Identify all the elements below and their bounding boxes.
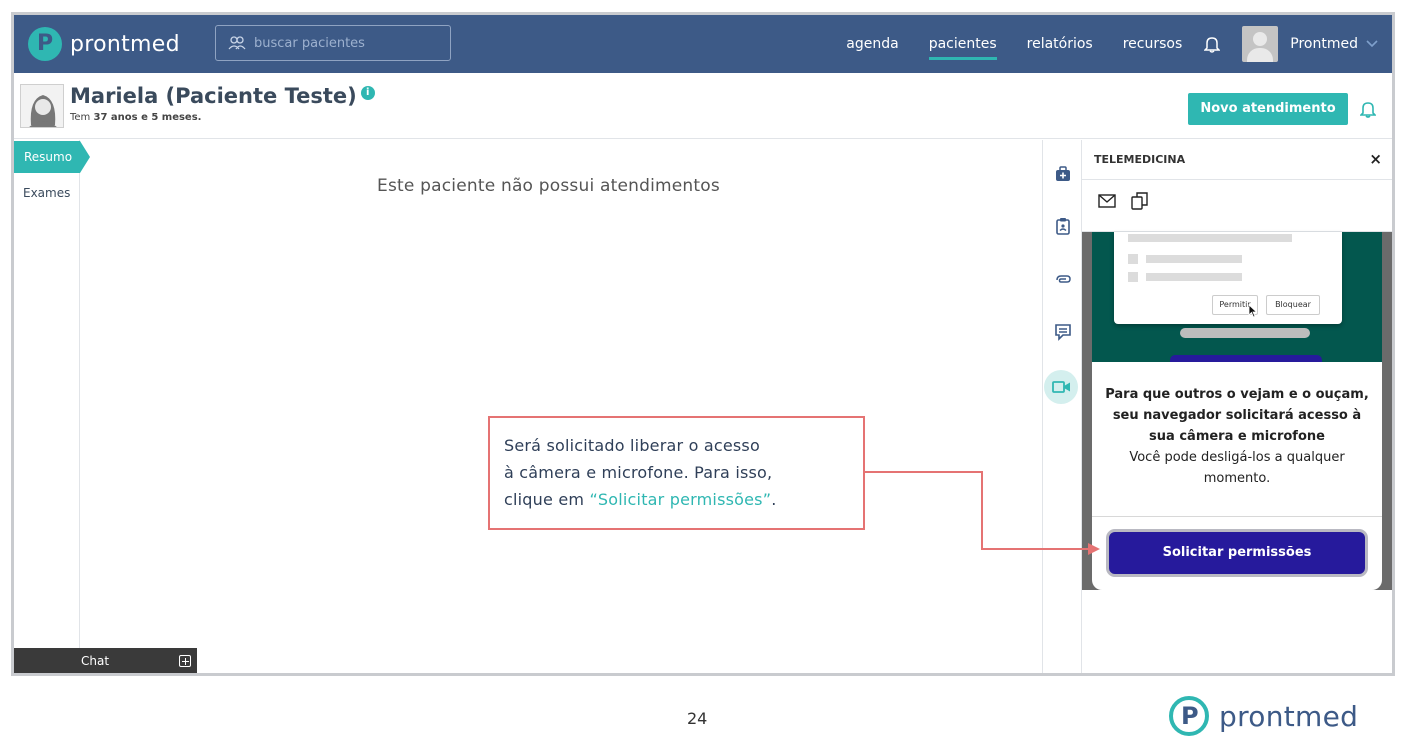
patient-search-input[interactable]: buscar pacientes xyxy=(215,25,451,61)
permission-illustration: Permitir Bloquear xyxy=(1092,232,1382,365)
callout-line-3: clique em “Solicitar permissões”. xyxy=(504,486,863,513)
patient-name-text: Mariela (Paciente Teste) xyxy=(70,84,357,108)
instruction-callout: Será solicitado liberar o acesso à câmer… xyxy=(488,416,865,530)
age-prefix: Tem xyxy=(70,112,91,123)
female-avatar-icon xyxy=(21,85,63,127)
callout-prefix: clique em xyxy=(504,490,590,509)
info-icon[interactable]: i xyxy=(360,86,375,100)
nav-agenda[interactable]: agenda xyxy=(846,32,898,56)
bell-icon[interactable] xyxy=(1360,100,1376,118)
age-value: 37 anos e 5 meses. xyxy=(93,112,202,123)
new-appointment-button[interactable]: Novo atendimento xyxy=(1188,93,1348,125)
nav-pacientes[interactable]: pacientes xyxy=(928,32,997,60)
close-icon[interactable]: × xyxy=(1369,150,1382,168)
patient-avatar xyxy=(20,84,64,128)
comment-icon[interactable] xyxy=(1053,322,1073,342)
brand-logo[interactable]: P prontmed xyxy=(28,27,180,61)
chat-bar[interactable]: Chat xyxy=(14,648,197,673)
callout-highlight: “Solicitar permissões” xyxy=(589,490,772,509)
search-placeholder: buscar pacientes xyxy=(254,35,365,51)
main-nav: agenda pacientes relatórios recursos Pro… xyxy=(816,15,1378,73)
prontmed-logo-icon: P xyxy=(28,27,62,61)
app-screenshot: P prontmed buscar pacientes agenda pacie… xyxy=(11,12,1395,676)
envelope-icon[interactable] xyxy=(1098,194,1116,208)
permission-message-bold: Para que outros o vejam e o ouçam, seu n… xyxy=(1105,387,1369,444)
chat-label: Chat xyxy=(81,654,110,668)
patient-header: Mariela (Paciente Teste) i Tem 37 anos e … xyxy=(14,73,1392,139)
permission-modal-backdrop: Permitir Bloquear Para que outros o veja… xyxy=(1082,232,1392,590)
brand-name: prontmed xyxy=(70,31,180,57)
callout-line-2: à câmera e microfone. Para isso, xyxy=(504,463,773,482)
telemedicine-title: TELEMEDICINA xyxy=(1094,153,1186,166)
bell-icon[interactable] xyxy=(1204,35,1221,53)
expand-icon[interactable] xyxy=(179,655,191,667)
patient-name: Mariela (Paciente Teste) i xyxy=(70,84,375,108)
prontmed-logo-icon: P xyxy=(1169,696,1209,736)
footer-brand: prontmed xyxy=(1219,699,1359,733)
telemedicine-header: TELEMEDICINA × xyxy=(1082,140,1392,180)
users-icon xyxy=(228,36,246,50)
cursor-icon xyxy=(1248,304,1258,318)
callout-line-1: Será solicitado liberar o acesso xyxy=(504,436,760,455)
empty-state-message: Este paciente não possui atendimentos xyxy=(377,176,720,196)
browser-prompt-mock: Permitir Bloquear xyxy=(1114,232,1342,324)
left-tabs: Resumo Exames xyxy=(14,140,90,648)
video-tab-highlight[interactable] xyxy=(1044,370,1078,404)
page-number: 24 xyxy=(687,709,708,728)
patient-age: Tem 37 anos e 5 meses. xyxy=(70,112,201,123)
clipboard-icon[interactable] xyxy=(1053,216,1073,236)
chevron-down-icon[interactable] xyxy=(1366,40,1378,48)
user-avatar[interactable] xyxy=(1242,26,1279,62)
nav-relatorios[interactable]: relatórios xyxy=(1027,32,1093,56)
permission-message: Para que outros o vejam e o ouçam, seu n… xyxy=(1102,384,1372,489)
mock-block-button: Bloquear xyxy=(1266,295,1320,315)
divider xyxy=(1092,516,1382,517)
callout-suffix: . xyxy=(771,490,777,509)
video-camera-icon[interactable] xyxy=(1052,379,1071,395)
top-nav: P prontmed buscar pacientes agenda pacie… xyxy=(14,15,1392,73)
nav-recursos[interactable]: recursos xyxy=(1123,32,1183,56)
permission-dialog: Para que outros o vejam e o ouçam, seu n… xyxy=(1092,362,1382,590)
tab-resumo[interactable]: Resumo xyxy=(14,141,90,173)
request-permissions-button[interactable]: Solicitar permissões xyxy=(1106,529,1368,577)
page: P prontmed buscar pacientes agenda pacie… xyxy=(0,0,1409,756)
tab-exames[interactable]: Exames xyxy=(23,186,70,200)
medkit-icon[interactable] xyxy=(1053,164,1073,184)
tools-column xyxy=(1042,140,1082,673)
paperclip-icon[interactable] xyxy=(1053,270,1073,290)
copy-icon[interactable] xyxy=(1130,191,1150,211)
user-name[interactable]: Prontmed xyxy=(1290,36,1358,52)
permission-message-regular: Você pode desligá-los a qualquer momento… xyxy=(1129,450,1345,486)
telemedicine-tools xyxy=(1082,180,1392,232)
telemedicine-panel: TELEMEDICINA × Permitir Bloquear Para qu… xyxy=(1082,140,1392,673)
footer-logo: P prontmed xyxy=(1169,696,1358,736)
